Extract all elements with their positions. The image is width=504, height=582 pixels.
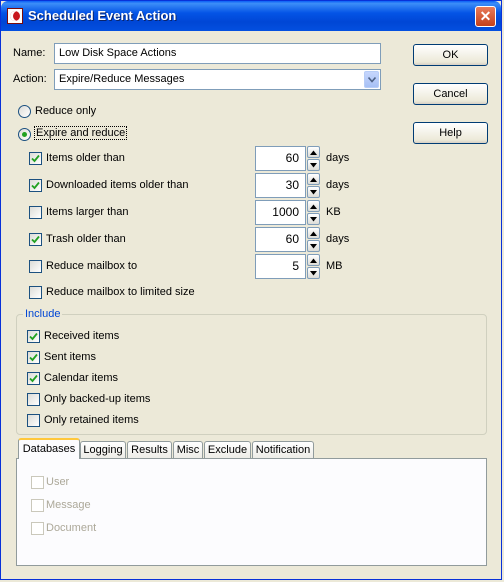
downloaded-items-older-than-stepper[interactable] bbox=[307, 173, 320, 198]
spin-down-icon[interactable] bbox=[307, 186, 320, 198]
items-larger-than-label: Items larger than bbox=[46, 206, 129, 218]
downloaded-items-older-than-label: Downloaded items older than bbox=[46, 179, 189, 191]
trash-older-than-label: Trash older than bbox=[46, 233, 126, 245]
only-backed-up-items-label: Only backed-up items bbox=[44, 393, 151, 405]
reduce-mailbox-to-unit: MB bbox=[326, 260, 343, 272]
tab-notification[interactable]: Notification bbox=[252, 441, 314, 459]
received-items-checkbox[interactable] bbox=[27, 330, 40, 343]
include-group-title: Include bbox=[23, 308, 63, 320]
only-retained-items-checkbox[interactable] bbox=[27, 414, 40, 427]
spin-down-icon[interactable] bbox=[307, 213, 320, 225]
items-older-than-unit: days bbox=[326, 152, 350, 164]
action-select[interactable]: Expire/Reduce Messages bbox=[54, 69, 381, 90]
tab-exclude[interactable]: Exclude bbox=[204, 441, 251, 459]
expire-and-reduce-label: Expire and reduce bbox=[33, 126, 128, 140]
expire-and-reduce-radio[interactable] bbox=[18, 128, 31, 141]
calendar-items-checkbox[interactable] bbox=[27, 372, 40, 385]
name-label: Name: bbox=[13, 47, 46, 59]
items-larger-than-value[interactable]: 1000 bbox=[255, 200, 306, 225]
action-select-value: Expire/Reduce Messages bbox=[59, 73, 185, 85]
only-backed-up-items-checkbox[interactable] bbox=[27, 393, 40, 406]
trash-older-than-unit: days bbox=[326, 233, 350, 245]
tab-misc[interactable]: Misc bbox=[173, 441, 203, 459]
spin-down-icon[interactable] bbox=[307, 240, 320, 252]
help-button[interactable]: Help bbox=[413, 122, 488, 144]
title-bar: Scheduled Event Action ✕ bbox=[1, 1, 501, 31]
spin-up-icon[interactable] bbox=[307, 254, 320, 266]
tab-results[interactable]: Results bbox=[127, 441, 172, 459]
trash-older-than-value[interactable]: 60 bbox=[255, 227, 306, 252]
window-title: Scheduled Event Action bbox=[28, 8, 177, 23]
reduce-mailbox-to-label: Reduce mailbox to bbox=[46, 260, 138, 272]
cancel-button[interactable]: Cancel bbox=[413, 83, 488, 105]
db-document-label: Document bbox=[46, 522, 97, 534]
tab-panel-databases bbox=[16, 458, 487, 566]
db-user-label: User bbox=[46, 476, 70, 488]
dialog-window: Scheduled Event Action ✕ Name: Low Disk … bbox=[0, 0, 502, 580]
downloaded-items-older-than-unit: days bbox=[326, 179, 350, 191]
name-field[interactable]: Low Disk Space Actions bbox=[54, 43, 381, 64]
downloaded-items-older-than-value[interactable]: 30 bbox=[255, 173, 306, 198]
action-label: Action: bbox=[13, 73, 47, 85]
reduce-mailbox-to-value[interactable]: 5 bbox=[255, 254, 306, 279]
reduce-limited-label: Reduce mailbox to limited size bbox=[46, 286, 195, 298]
db-document-checkbox[interactable] bbox=[31, 522, 44, 535]
spin-up-icon[interactable] bbox=[307, 146, 320, 158]
tab-logging[interactable]: Logging bbox=[80, 441, 126, 459]
spin-down-icon[interactable] bbox=[307, 159, 320, 171]
calendar-items-label: Calendar items bbox=[44, 372, 118, 384]
items-larger-than-stepper[interactable] bbox=[307, 200, 320, 225]
close-button[interactable]: ✕ bbox=[475, 6, 496, 27]
reduce-limited-checkbox[interactable] bbox=[29, 286, 42, 299]
tab-databases[interactable]: Databases bbox=[18, 438, 80, 459]
items-older-than-stepper[interactable] bbox=[307, 146, 320, 171]
app-logo-icon bbox=[7, 8, 23, 24]
received-items-label: Received items bbox=[44, 330, 120, 342]
downloaded-items-older-than-checkbox[interactable] bbox=[29, 179, 42, 192]
chevron-down-icon[interactable] bbox=[364, 71, 379, 88]
ok-button[interactable]: OK bbox=[413, 44, 488, 66]
trash-older-than-stepper[interactable] bbox=[307, 227, 320, 252]
items-older-than-label: Items older than bbox=[46, 152, 125, 164]
db-message-checkbox[interactable] bbox=[31, 499, 44, 512]
sent-items-label: Sent items bbox=[44, 351, 96, 363]
items-older-than-value[interactable]: 60 bbox=[255, 146, 306, 171]
reduce-mailbox-to-checkbox[interactable] bbox=[29, 260, 42, 273]
db-user-checkbox[interactable] bbox=[31, 476, 44, 489]
reduce-only-radio[interactable] bbox=[18, 105, 31, 118]
items-larger-than-unit: KB bbox=[326, 206, 341, 218]
only-retained-items-label: Only retained items bbox=[44, 414, 139, 426]
spin-down-icon[interactable] bbox=[307, 267, 320, 279]
reduce-only-label: Reduce only bbox=[35, 105, 97, 117]
db-message-label: Message bbox=[46, 499, 91, 511]
sent-items-checkbox[interactable] bbox=[27, 351, 40, 364]
items-larger-than-checkbox[interactable] bbox=[29, 206, 42, 219]
spin-up-icon[interactable] bbox=[307, 227, 320, 239]
trash-older-than-checkbox[interactable] bbox=[29, 233, 42, 246]
spin-up-icon[interactable] bbox=[307, 173, 320, 185]
reduce-mailbox-to-stepper[interactable] bbox=[307, 254, 320, 279]
spin-up-icon[interactable] bbox=[307, 200, 320, 212]
items-older-than-checkbox[interactable] bbox=[29, 152, 42, 165]
